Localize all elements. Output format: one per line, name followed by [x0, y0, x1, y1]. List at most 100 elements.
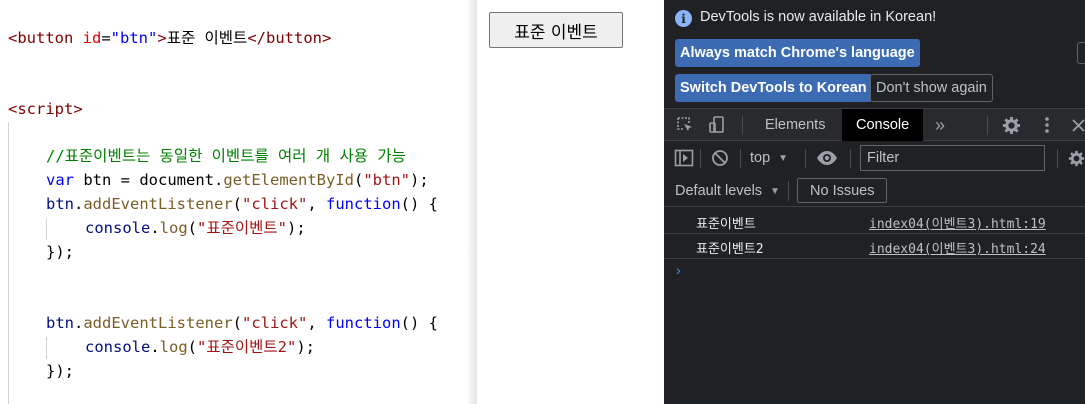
method-log: log	[159, 338, 188, 356]
html-attr-name: id	[73, 29, 102, 47]
dot-operator: .	[213, 171, 224, 189]
close-paren: );	[296, 338, 315, 356]
btn-ref: btn	[46, 314, 74, 332]
tab-console[interactable]: Console	[842, 109, 923, 141]
filter-input[interactable]: Filter	[860, 145, 1045, 171]
function-body-open: () {	[400, 314, 438, 332]
devtools-panel: i DevTools is now available in Korean! A…	[664, 0, 1085, 404]
document-object: document	[139, 171, 214, 189]
var-name: btn =	[74, 171, 140, 189]
tab-elements[interactable]: Elements	[751, 109, 839, 141]
default-levels-label: Default levels	[675, 183, 763, 199]
open-paren: (	[187, 338, 198, 356]
console-levelbar: Default levels ▼ No Issues	[664, 175, 1085, 207]
editor-edge-shadow	[466, 0, 476, 404]
console-message: 표준이벤트 index04(이벤트3).html:19	[664, 209, 1085, 234]
code-line-end-2: });	[46, 362, 74, 380]
close-icon[interactable]	[1070, 115, 1085, 135]
toolbar-separator	[850, 149, 851, 168]
dropdown-arrow-icon: ▼	[770, 185, 780, 197]
language-infobar: i DevTools is now available in Korean! A…	[664, 0, 1085, 108]
method-getelementbyid: getElementById	[223, 171, 354, 189]
default-levels-dropdown[interactable]: Default levels ▼	[675, 180, 780, 202]
info-icon: i	[675, 10, 692, 27]
html-open-tag: <button	[8, 29, 74, 47]
toolbar-separator	[1057, 149, 1058, 168]
console-settings-gear-icon[interactable]	[1068, 148, 1085, 168]
clear-console-icon[interactable]	[709, 148, 731, 168]
code-editor[interactable]: <button id="btn">표준 이벤트</button> <script…	[0, 0, 476, 404]
html-close-tag: </button>	[247, 29, 332, 47]
standard-event-button[interactable]: 표준 이벤트	[489, 12, 623, 48]
indent-guide-inner-2	[46, 337, 47, 359]
dot-operator: .	[150, 219, 160, 237]
console-ref: console	[85, 338, 151, 356]
kebab-menu-icon[interactable]	[1038, 115, 1056, 135]
keyword-function: function	[326, 195, 401, 213]
device-toolbar-icon[interactable]	[706, 115, 728, 135]
switch-to-korean-button[interactable]: Switch DevTools to Korean	[675, 74, 872, 102]
html-attr-eq: =	[101, 29, 111, 47]
dot-operator: .	[150, 338, 160, 356]
string-arg: "click"	[242, 195, 308, 213]
dot-operator: .	[74, 195, 84, 213]
dropdown-arrow-icon: ▼	[778, 152, 789, 164]
open-paren: (	[232, 314, 242, 332]
code-line-button-tag: <button id="btn">표준 이벤트</button>	[8, 28, 331, 48]
code-line-var: var btn = document.getElementById("btn")…	[46, 170, 429, 190]
console-source-link[interactable]: index04(이벤트3).html:24	[869, 238, 1046, 257]
console-message-text: 표준이벤트	[696, 217, 756, 232]
string-arg: "click"	[242, 314, 308, 332]
open-paren: (	[187, 219, 198, 237]
no-issues-button[interactable]: No Issues	[797, 178, 888, 203]
browser-preview: 표준 이벤트	[476, 0, 664, 404]
dont-show-again-button[interactable]: Don't show again	[870, 74, 993, 102]
sidebar-toggle-icon[interactable]	[673, 148, 695, 168]
console-message: 표준이벤트2 index04(이벤트3).html:24	[664, 234, 1085, 259]
indent-guide-outer	[8, 122, 9, 404]
context-select[interactable]: top ▼	[750, 148, 796, 168]
match-language-button[interactable]: Always match Chrome's language	[675, 39, 920, 67]
string-arg: "표준이벤트2"	[197, 338, 297, 356]
code-comment: //표준이벤트는 동일한 이벤트를 여러 개 사용 가능	[46, 147, 406, 165]
html-attr-value: "btn"	[110, 29, 158, 47]
eye-icon[interactable]	[815, 148, 839, 168]
dot-operator: .	[74, 314, 84, 332]
open-paren: (	[353, 171, 364, 189]
indent-guide-inner-1	[46, 218, 47, 240]
console-toolbar: top ▼ Filter	[664, 141, 1085, 175]
console-ref: console	[85, 219, 151, 237]
preview-divider	[476, 0, 477, 404]
string-arg: "btn"	[363, 171, 410, 189]
devtools-tabbar: Elements Console »	[664, 108, 1085, 141]
method-addeventlistener: addEventListener	[83, 195, 233, 213]
tabbar-separator	[742, 116, 743, 135]
keyword-var: var	[46, 171, 74, 189]
code-line-listener-2: btn.addEventListener("click", function()…	[46, 313, 438, 333]
context-select-label: top	[750, 150, 771, 166]
script-open-tag: <script>	[8, 100, 83, 118]
console-message-text: 표준이벤트2	[696, 242, 764, 257]
inspect-element-icon[interactable]	[674, 115, 696, 135]
keyword-function: function	[326, 314, 401, 332]
infobar-close-stub[interactable]	[1077, 42, 1085, 64]
html-tag-close: >	[157, 29, 167, 47]
close-paren: );	[410, 171, 429, 189]
code-line-end-1: });	[46, 243, 74, 261]
comma: ,	[307, 314, 326, 332]
settings-gear-icon[interactable]	[1001, 115, 1021, 135]
btn-ref: btn	[46, 195, 74, 213]
console-prompt[interactable]: ›	[676, 262, 681, 278]
method-addeventlistener: addEventListener	[83, 314, 233, 332]
more-tabs-icon[interactable]: »	[930, 114, 950, 136]
tabbar-separator	[987, 116, 988, 135]
close-paren: );	[286, 219, 306, 237]
console-output[interactable]: 표준이벤트 index04(이벤트3).html:19 표준이벤트2 index…	[664, 207, 1085, 404]
toolbar-separator	[740, 149, 741, 168]
method-log: log	[159, 219, 188, 237]
console-source-link[interactable]: index04(이벤트3).html:19	[869, 213, 1046, 232]
code-line-log-1: console.log("표준이벤트");	[85, 218, 306, 238]
levelbar-separator	[788, 181, 789, 201]
toolbar-separator	[700, 149, 701, 168]
html-button-text: 표준 이벤트	[166, 29, 248, 47]
